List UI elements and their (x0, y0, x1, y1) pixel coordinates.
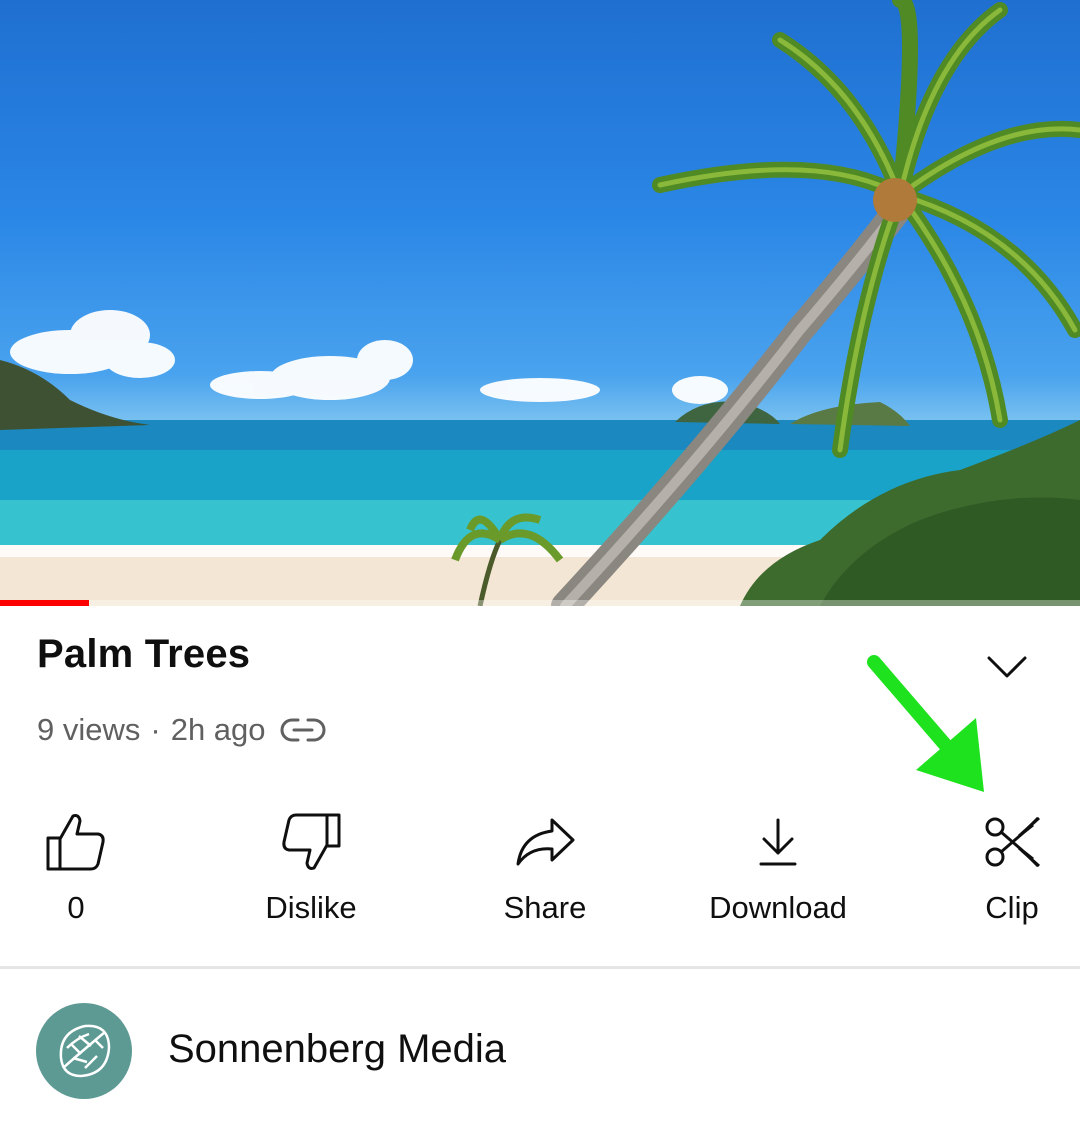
dislike-button[interactable]: Dislike (211, 800, 411, 940)
upload-age: 2h ago (170, 712, 266, 747)
thumbs-down-icon (282, 813, 341, 870)
annotation-arrow-icon (867, 655, 984, 792)
download-button[interactable]: Download (678, 800, 878, 940)
video-title[interactable]: Palm Trees (37, 632, 250, 677)
channel-avatar[interactable] (36, 1003, 132, 1099)
share-arrow-icon (516, 818, 575, 866)
share-button[interactable]: Share (445, 800, 645, 940)
section-divider (0, 966, 1080, 969)
download-label: Download (709, 890, 847, 925)
scissors-icon (985, 816, 1041, 868)
leaf-logo-icon (59, 1024, 111, 1078)
channel-row[interactable]: Sonnenberg Media (0, 995, 1080, 1105)
like-count: 0 (67, 890, 85, 925)
thumbs-up-icon (46, 814, 105, 871)
action-bar: 0 Dislike Share Download Clip (0, 800, 1080, 940)
download-icon (759, 818, 797, 866)
share-label: Share (503, 890, 587, 925)
channel-name[interactable]: Sonnenberg Media (168, 1027, 506, 1072)
video-progress-bar[interactable] (0, 600, 1080, 606)
clip-label: Clip (985, 890, 1039, 925)
link-icon[interactable] (280, 716, 326, 744)
video-player[interactable] (0, 0, 1080, 606)
clip-button[interactable]: Clip (912, 800, 1080, 940)
video-frame-beach-scene (0, 0, 1080, 606)
meta-separator: · (150, 712, 161, 747)
video-progress-fill (0, 600, 89, 606)
video-meta: 9 views · 2h ago (37, 708, 326, 752)
dislike-label: Dislike (265, 890, 357, 925)
view-count: 9 views (37, 712, 141, 747)
like-button[interactable]: 0 (0, 800, 176, 940)
